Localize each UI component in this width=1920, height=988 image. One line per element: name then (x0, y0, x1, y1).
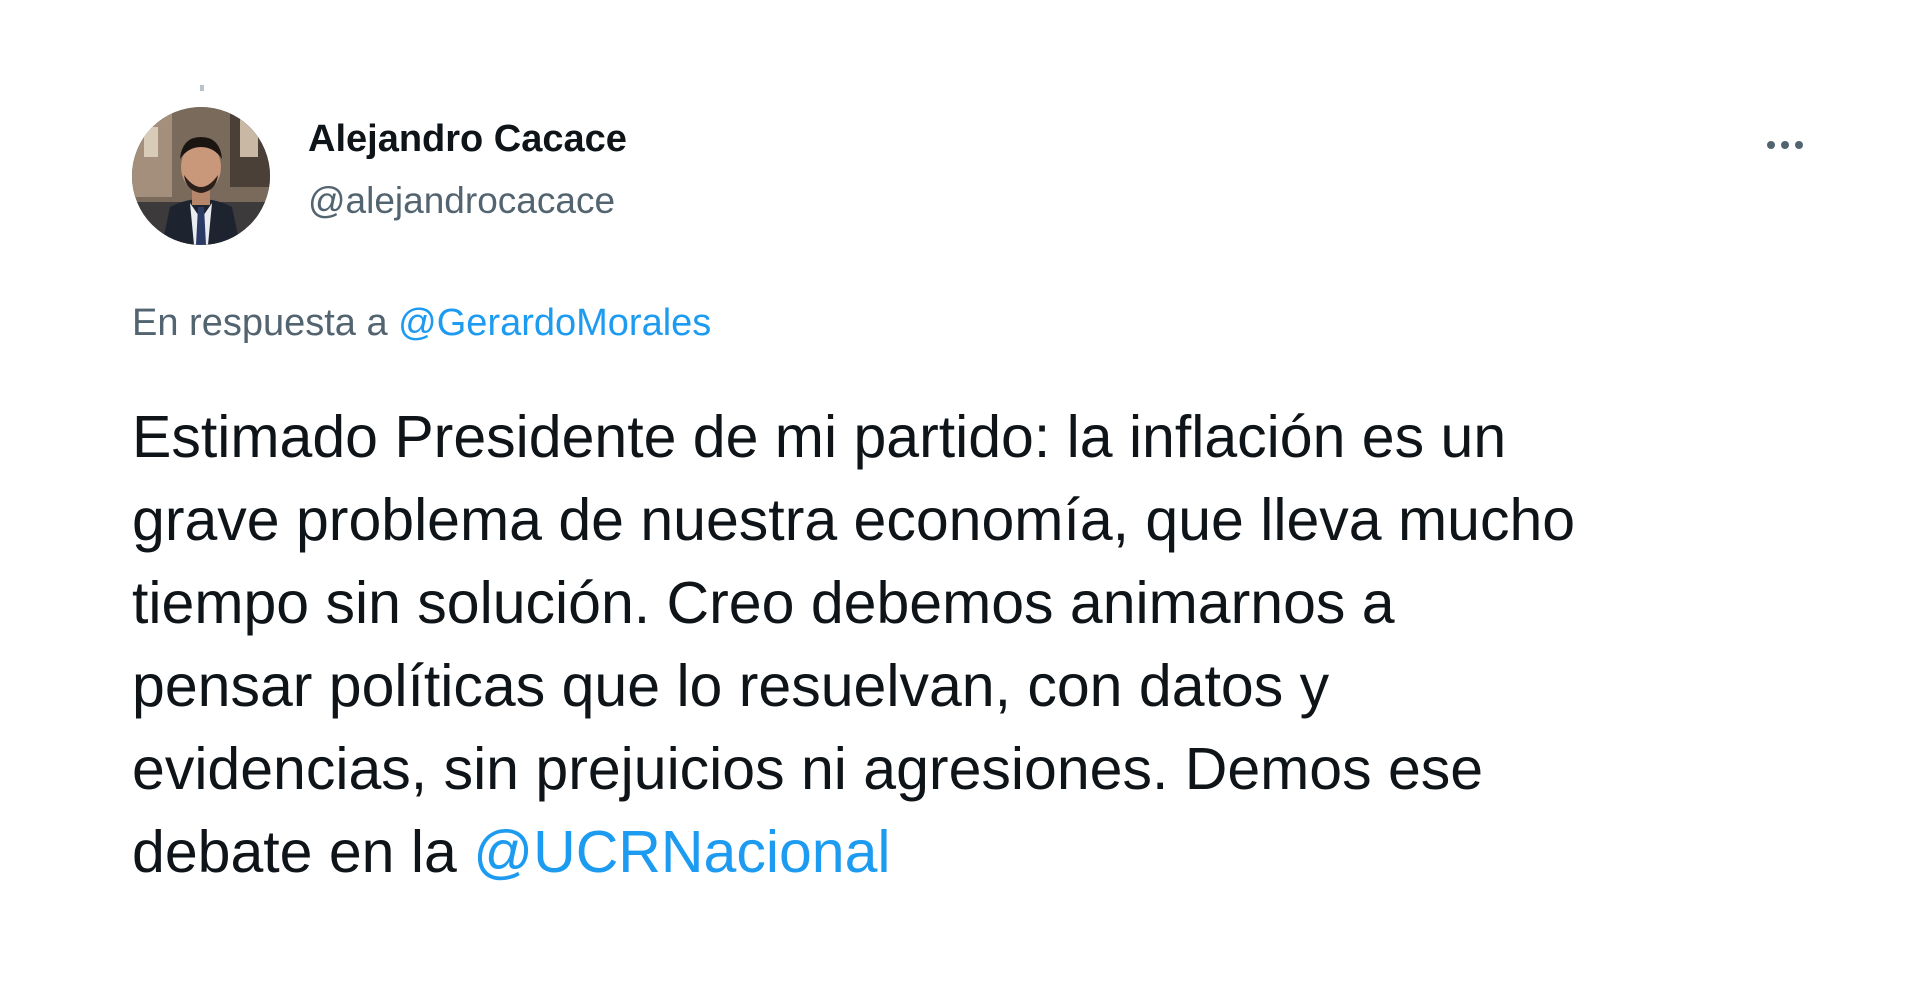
author-display-name[interactable]: Alejandro Cacace (308, 118, 627, 161)
author-handle[interactable]: @alejandrocacace (308, 180, 615, 222)
tweet-text-line: evidencias, sin prejuicios ni agresiones… (132, 736, 1484, 802)
decorative-speck (200, 85, 204, 91)
reply-prefix: En respuesta a (132, 302, 388, 344)
tweet-text: Estimado Presidente de mi partido: la in… (132, 396, 1832, 894)
tweet-text-last-line: debate en la @UCRNacional (132, 811, 1832, 894)
tweet-card: Alejandro Cacace @alejandrocacace En res… (0, 0, 1920, 988)
reply-context: En respuesta a @GerardoMorales (132, 302, 711, 345)
avatar[interactable] (132, 107, 270, 245)
tweet-text-line: pensar políticas que lo resuelvan, con d… (132, 653, 1330, 719)
more-horizontal-icon-dot (1781, 141, 1789, 149)
avatar-photo (132, 107, 270, 245)
tweet-text-last-prefix: debate en la (132, 819, 457, 885)
tweet-mention-link[interactable]: @UCRNacional (473, 819, 890, 885)
tweet-text-line: Estimado Presidente de mi partido: la in… (132, 404, 1507, 470)
more-options-button[interactable] (1755, 125, 1815, 165)
reply-mention-link[interactable]: @GerardoMorales (398, 302, 711, 344)
tweet-text-line: grave problema de nuestra economía, que … (132, 487, 1576, 553)
more-horizontal-icon-dot (1795, 141, 1803, 149)
more-horizontal-icon (1767, 141, 1775, 149)
tweet-text-line: tiempo sin solución. Creo debemos animar… (132, 570, 1395, 636)
